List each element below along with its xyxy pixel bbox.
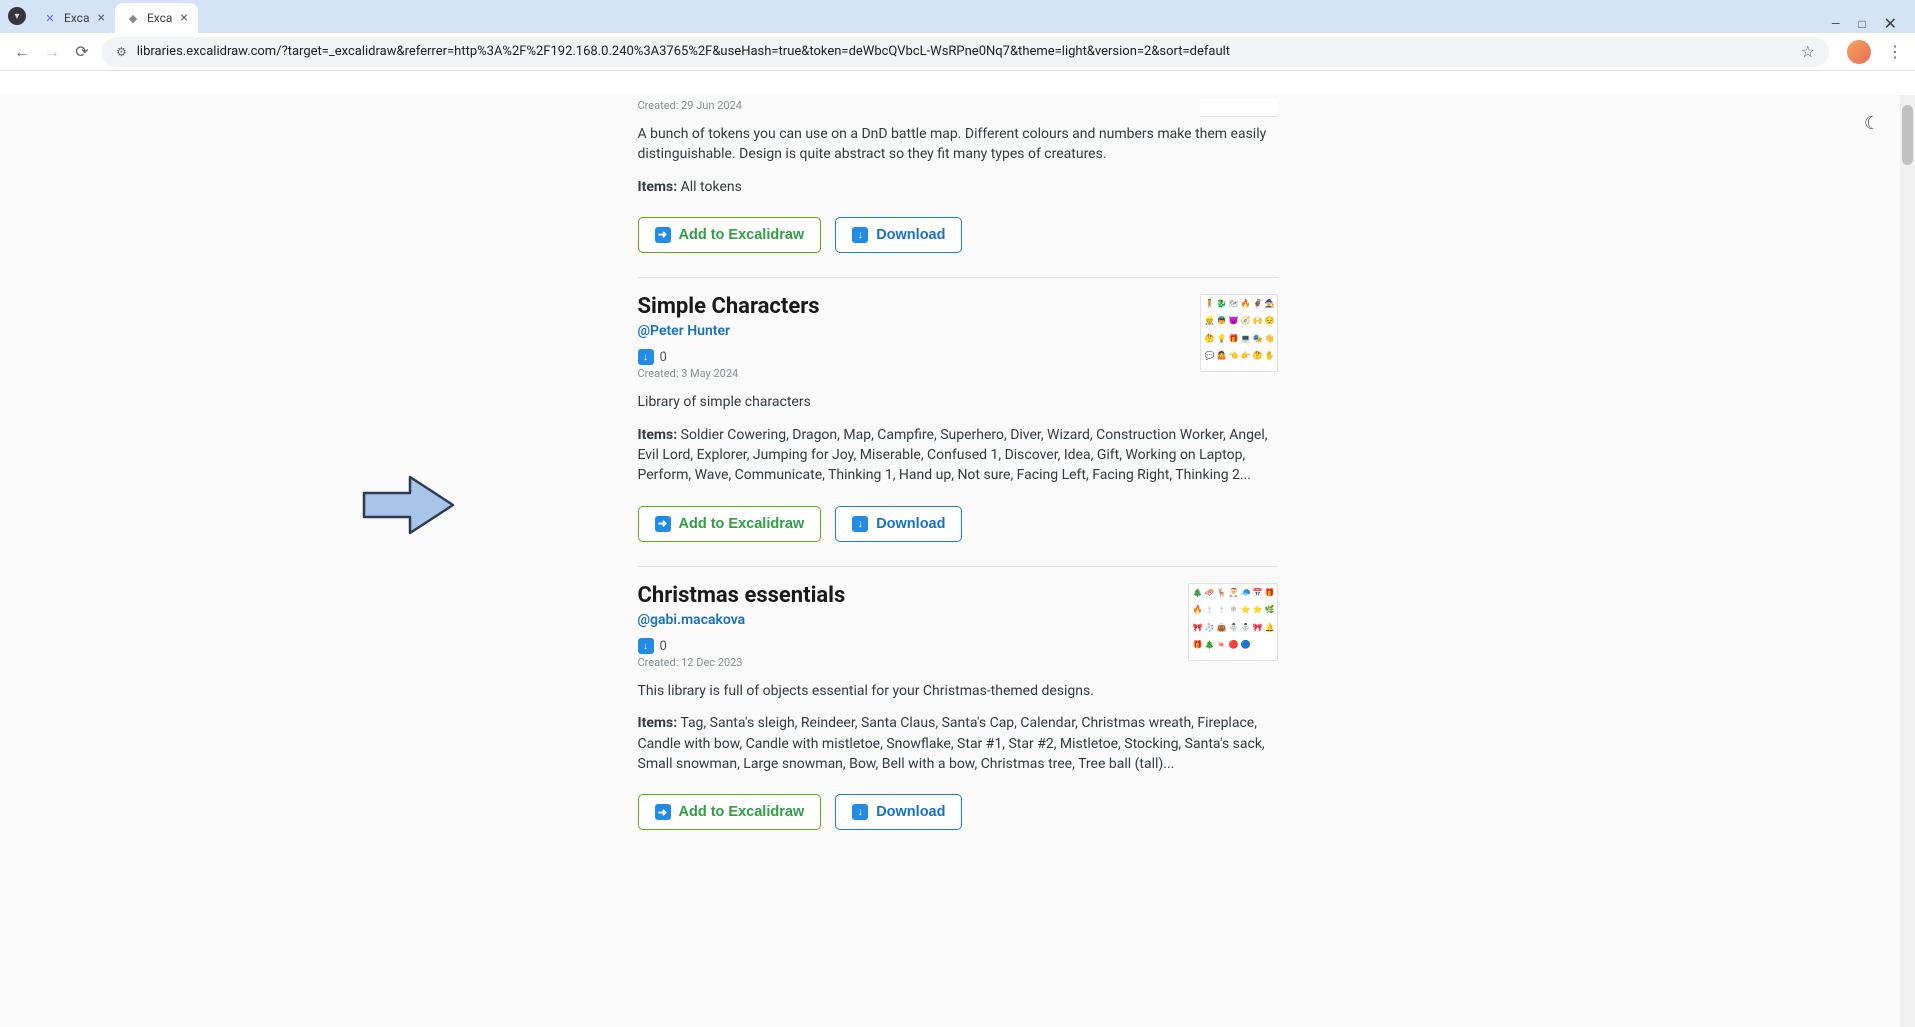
button-label: Download: [876, 227, 945, 243]
card-buttons: ➜ Add to Excalidraw ↓ Download: [638, 506, 1278, 542]
library-items: Items: Tag, Santa's sleigh, Reindeer, Sa…: [638, 713, 1278, 774]
add-to-excalidraw-button[interactable]: ➜ Add to Excalidraw: [638, 506, 822, 542]
scrollbar-track[interactable]: [1900, 95, 1915, 1027]
download-count: ↓ 0: [638, 638, 667, 654]
created-date: Created: 12 Dec 2023: [638, 656, 1188, 669]
button-label: Add to Excalidraw: [679, 804, 805, 820]
library-description: Library of simple characters: [638, 392, 1278, 412]
button-label: Download: [876, 516, 945, 532]
button-label: Download: [876, 804, 945, 820]
library-thumbnail[interactable]: 🧍🐉🗺🔥🦸🧙 👷👼😈🧭🙌😔 🤔💡🎁💻🎭👋 💬🤷👈👉🤔✋: [1200, 294, 1278, 372]
add-to-excalidraw-button[interactable]: ➜ Add to Excalidraw: [638, 217, 822, 253]
reload-icon[interactable]: ⟳: [72, 42, 92, 61]
theme-toggle-icon[interactable]: ☾: [1864, 113, 1880, 134]
tab-bar: ▾ ✕ Exca × ◆ Exca × — □ ✕: [0, 0, 1915, 33]
card-buttons: ➜ Add to Excalidraw ↓ Download: [638, 217, 1278, 253]
button-label: Add to Excalidraw: [679, 516, 805, 532]
page-content: ☾ Created: 29 Jun 2024 A bunch of tokens…: [0, 95, 1915, 1027]
library-card: Simple Characters @Peter Hunter ↓ 0 Crea…: [638, 278, 1278, 567]
library-card: Christmas essentials @gabi.macakova ↓ 0 …: [638, 567, 1278, 855]
site-settings-icon[interactable]: ⚙: [116, 45, 127, 59]
download-count-value: 0: [660, 639, 667, 654]
kebab-menu-icon[interactable]: ⋮: [1887, 42, 1903, 61]
library-description: A bunch of tokens you can use on a DnD b…: [638, 124, 1278, 165]
browser-tab-0[interactable]: ✕ Exca ×: [32, 3, 115, 33]
items-text: Tag, Santa's sleigh, Reindeer, Santa Cla…: [638, 715, 1265, 772]
annotation-arrow-icon: [362, 473, 457, 537]
created-date: Created: 29 Jun 2024: [638, 99, 1200, 112]
library-items: Items: All tokens: [638, 177, 1278, 197]
tab-search-icon[interactable]: ▾: [8, 7, 26, 25]
items-text: Soldier Cowering, Dragon, Map, Campfire,…: [638, 427, 1268, 484]
bookmark-star-icon[interactable]: ☆: [1801, 42, 1815, 61]
scrollbar-thumb[interactable]: [1902, 105, 1913, 165]
url-text: libraries.excalidraw.com/?target=_excali…: [137, 44, 1791, 59]
browser-chrome: ▾ ✕ Exca × ◆ Exca × — □ ✕ ← → ⟳ ⚙ librar…: [0, 0, 1915, 95]
download-count-value: 0: [660, 350, 667, 365]
close-window-icon[interactable]: ✕: [1884, 14, 1897, 33]
tab-title: Exca: [64, 11, 89, 25]
download-button[interactable]: ↓ Download: [835, 506, 962, 542]
download-button[interactable]: ↓ Download: [835, 217, 962, 253]
items-label: Items:: [638, 715, 678, 731]
tab-title: Exca: [147, 11, 172, 25]
download-button[interactable]: ↓ Download: [835, 794, 962, 830]
download-count: ↓ 0: [638, 349, 667, 365]
created-date: Created: 3 May 2024: [638, 367, 1200, 380]
forward-icon[interactable]: →: [42, 42, 62, 62]
library-author-link[interactable]: @Peter Hunter: [638, 323, 1200, 339]
libraries-list: Created: 29 Jun 2024 A bunch of tokens y…: [638, 95, 1278, 854]
library-title: Christmas essentials: [638, 583, 1188, 608]
button-label: Add to Excalidraw: [679, 227, 805, 243]
toolbar-spacer: [0, 71, 1915, 95]
close-icon[interactable]: ×: [180, 10, 187, 26]
window-controls: — □ ✕: [1813, 14, 1915, 33]
download-icon: ↓: [852, 804, 868, 820]
library-items: Items: Soldier Cowering, Dragon, Map, Ca…: [638, 425, 1278, 486]
favicon-icon: ◆: [125, 10, 141, 26]
arrow-right-icon: ➜: [655, 227, 671, 243]
favicon-icon: ✕: [42, 10, 58, 26]
arrow-right-icon: ➜: [655, 516, 671, 532]
back-icon[interactable]: ←: [12, 42, 32, 62]
browser-toolbar: ← → ⟳ ⚙ libraries.excalidraw.com/?target…: [0, 33, 1915, 71]
download-badge-icon: ↓: [638, 349, 654, 365]
items-label: Items:: [638, 179, 678, 195]
add-to-excalidraw-button[interactable]: ➜ Add to Excalidraw: [638, 794, 822, 830]
library-thumbnail[interactable]: 🎄🛷🦌🎅🧢📅🎁 🔥🕯🕯❄⭐⭐🌿 🎀🧦👜⛄⛄🎀🔔 🎁🎄🍬🔴🔵: [1188, 583, 1278, 661]
close-icon[interactable]: ×: [97, 10, 104, 26]
items-text: All tokens: [681, 179, 742, 195]
library-card: Created: 29 Jun 2024 A bunch of tokens y…: [638, 95, 1278, 278]
library-thumbnail[interactable]: [1200, 99, 1278, 117]
maximize-icon[interactable]: □: [1858, 17, 1865, 31]
download-icon: ↓: [852, 227, 868, 243]
download-icon: ↓: [852, 516, 868, 532]
card-buttons: ➜ Add to Excalidraw ↓ Download: [638, 794, 1278, 830]
minimize-icon[interactable]: —: [1831, 17, 1840, 31]
profile-avatar[interactable]: [1847, 40, 1871, 64]
items-label: Items:: [638, 427, 678, 443]
browser-tab-1[interactable]: ◆ Exca ×: [115, 3, 198, 33]
arrow-right-icon: ➜: [655, 804, 671, 820]
address-bar[interactable]: ⚙ libraries.excalidraw.com/?target=_exca…: [102, 37, 1829, 67]
download-badge-icon: ↓: [638, 638, 654, 654]
library-title: Simple Characters: [638, 294, 1200, 319]
library-description: This library is full of objects essentia…: [638, 681, 1278, 701]
library-author-link[interactable]: @gabi.macakova: [638, 612, 1188, 628]
